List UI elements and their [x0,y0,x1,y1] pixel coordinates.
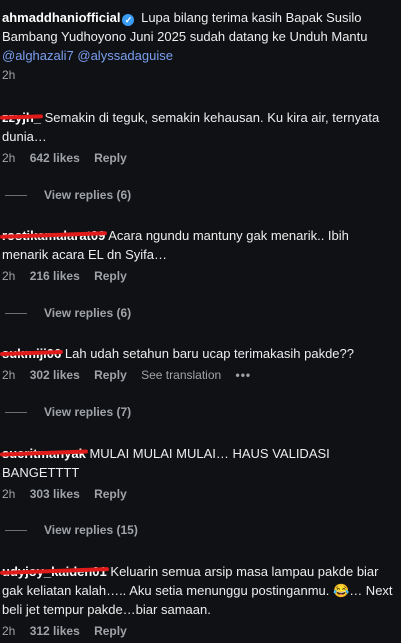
reply-button[interactable]: Reply [94,487,127,501]
comment-meta: 2h 303 likes Reply [2,486,398,502]
reply-button[interactable]: Reply [94,269,127,283]
reply-button[interactable]: Reply [94,624,127,638]
comment-username[interactable]: udyjoy_kaiden01 [0,562,109,581]
comment-time: 2h [2,151,16,165]
divider-line [5,312,27,314]
comment-username[interactable]: zzyjh_ [0,108,44,127]
comment-meta: 2h 302 likes Reply See translation ••• [2,367,398,383]
comment-time: 2h [2,269,16,283]
divider-line [5,529,27,531]
likes-count[interactable]: 302 likes [30,368,80,382]
post-caption: ahmaddhaniofficial ✓ Lupa bilang terima k… [2,8,398,65]
caption-timestamp: 2h [2,68,16,82]
comment-meta: 2h 642 likes Reply [2,150,398,166]
view-replies-button[interactable]: View replies (6) [5,306,131,320]
see-translation-link[interactable]: See translation [141,368,221,382]
view-replies-button[interactable]: View replies (6) [5,188,131,202]
comment-time: 2h [2,487,16,501]
comment-item: sukmiji06 Lah udah setahun baru ucap ter… [0,344,398,383]
comment-item: sueritmanyak MULAI MULAI MULAI… HAUS VAL… [0,444,398,502]
comment-time: 2h [2,368,16,382]
laughing-emoji-icon: 😂 [333,583,350,598]
likes-count[interactable]: 216 likes [30,269,80,283]
comment-time: 2h [2,624,16,638]
view-replies-button[interactable]: View replies (7) [5,405,131,419]
mention-link[interactable]: @alghazali7 [2,48,74,63]
likes-count[interactable]: 312 likes [30,624,80,638]
more-options-icon[interactable]: ••• [236,368,252,382]
view-replies-button[interactable]: View replies (15) [5,523,138,537]
reply-button[interactable]: Reply [94,368,127,382]
likes-count[interactable]: 303 likes [30,487,80,501]
comment-username[interactable]: sukmiji06 [0,344,64,363]
caption-username[interactable]: ahmaddhaniofficial [2,10,120,25]
divider-line [5,411,27,413]
comment-meta: 2h 312 likes Reply [2,623,398,639]
comment-username[interactable]: sueritmanyak [0,444,88,463]
likes-count[interactable]: 642 likes [30,151,80,165]
comment-text: Semakin di teguk, semakin kehausan. Ku k… [2,110,380,144]
comment-item: zzyjh_ Semakin di teguk, semakin kehausa… [0,108,398,166]
verified-badge-icon: ✓ [122,14,135,26]
comment-item: udyjoy_kaiden01 Keluarin semua arsip mas… [0,562,398,639]
divider-line [5,194,27,196]
comment-meta: 2h 216 likes Reply [2,268,398,284]
mention-link[interactable]: @alyssadaguise [77,48,173,63]
reply-button[interactable]: Reply [94,151,127,165]
comment-text: Lah udah setahun baru ucap terimakasih p… [64,346,354,361]
comment-item: rostikamalarat09 Acara ngundu mantuny ga… [0,226,398,284]
comment-username[interactable]: rostikamalarat09 [0,226,108,245]
